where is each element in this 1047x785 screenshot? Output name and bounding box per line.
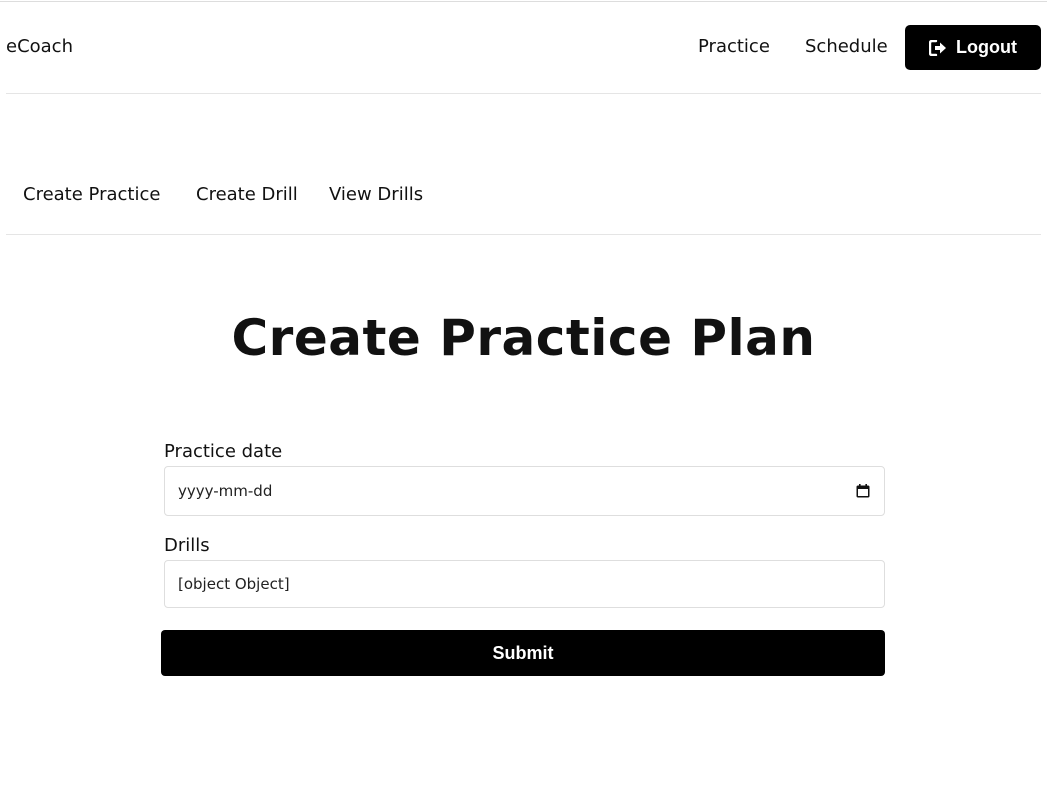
subnav-link-view-drills[interactable]: View Drills bbox=[329, 184, 423, 205]
practice-date-input[interactable]: yyyy-mm-dd bbox=[164, 466, 885, 516]
logout-button[interactable]: Logout bbox=[905, 25, 1041, 70]
drills-label: Drills bbox=[164, 535, 210, 556]
subnav-divider bbox=[6, 234, 1041, 235]
submit-button[interactable]: Submit bbox=[161, 630, 885, 676]
practice-date-label: Practice date bbox=[164, 441, 283, 462]
sign-out-icon bbox=[929, 39, 946, 56]
nav-link-practice[interactable]: Practice bbox=[698, 36, 770, 57]
top-navbar: eCoach Practice Schedule Logout bbox=[0, 2, 1047, 93]
logout-label: Logout bbox=[956, 37, 1017, 57]
brand-link[interactable]: eCoach bbox=[6, 36, 73, 57]
drills-value: [object Object] bbox=[178, 575, 290, 593]
navbar-divider bbox=[6, 93, 1041, 94]
subnav-link-create-drill[interactable]: Create Drill bbox=[196, 184, 298, 205]
practice-date-placeholder: yyyy-mm-dd bbox=[178, 482, 273, 500]
page-title: Create Practice Plan bbox=[231, 309, 816, 367]
nav-link-schedule[interactable]: Schedule bbox=[805, 36, 888, 57]
sub-navbar: Create Practice Create Drill View Drills bbox=[0, 184, 1047, 214]
subnav-link-create-practice[interactable]: Create Practice bbox=[23, 184, 160, 205]
drills-input[interactable]: [object Object] bbox=[164, 560, 885, 608]
calendar-icon[interactable] bbox=[856, 484, 870, 498]
